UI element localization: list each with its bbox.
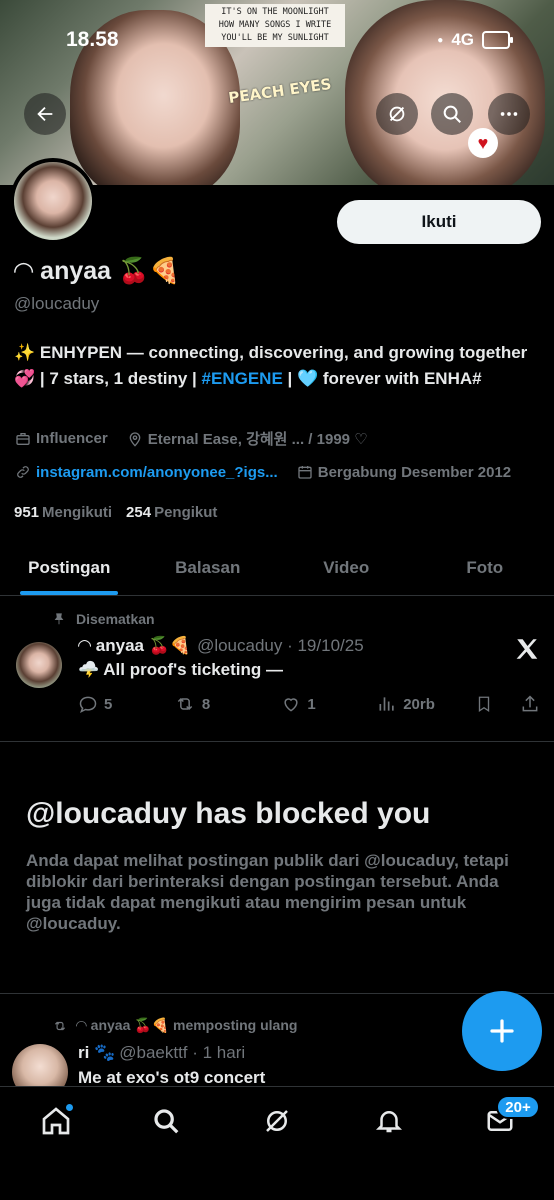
tab-posts[interactable]: Postingan — [0, 540, 139, 595]
post-author-name[interactable]: ◠ anyaa 🍒🍕 — [78, 636, 191, 655]
blocked-description: Anda dapat melihat postingan publik dari… — [26, 851, 509, 933]
calendar-icon — [296, 463, 314, 481]
nav-home[interactable] — [36, 1101, 76, 1141]
profile-meta-row-2: instagram.com/anonyonee_?igs... Bergabun… — [14, 463, 511, 481]
share-icon — [522, 695, 538, 712]
back-button[interactable] — [24, 93, 66, 135]
reply-button[interactable]: 5 — [78, 694, 174, 714]
profile-avatar[interactable] — [10, 158, 96, 244]
post-author-name[interactable]: ri 🐾 — [78, 1043, 115, 1062]
views-chart-icon — [379, 697, 394, 711]
followers-count: 254 — [126, 504, 152, 521]
banner-quote-line: HOW MANY SONGS I WRITE — [218, 20, 332, 30]
status-icons: ● 4G — [437, 30, 513, 50]
blocked-title: @loucaduy has blocked you — [26, 797, 431, 830]
home-notification-dot — [65, 1103, 74, 1112]
profile-tabs: Postingan Balasan Video Foto — [0, 540, 554, 596]
following-label: Mengikuti — [42, 504, 113, 521]
more-dots-icon — [500, 112, 518, 116]
bell-icon — [375, 1111, 403, 1133]
pinned-label: Disematkan — [76, 611, 155, 627]
banner-quote-line: IT'S ON THE MOONLIGHT — [221, 7, 329, 17]
bookmark-button[interactable] — [475, 694, 520, 714]
pin-icon — [54, 613, 64, 625]
views-count: 20rb — [403, 695, 435, 713]
post-text: 🌩️ All proof's ticketing — — [78, 660, 283, 679]
messages-badge: 20+ — [496, 1095, 540, 1119]
pinned-indicator: Disematkan — [52, 611, 155, 627]
like-count: 1 — [307, 695, 316, 713]
display-name: ◠ anyaa 🍒🍕 — [14, 257, 181, 285]
bottom-navigation — [0, 1086, 554, 1200]
post-handle-date: @loucaduy · 19/10/25 — [197, 636, 364, 655]
repost-indicator: ◠ anyaa 🍒🍕 memposting ulang — [52, 1017, 297, 1034]
follow-button[interactable]: Ikuti — [337, 200, 541, 244]
profile-website-link[interactable]: instagram.com/anonyonee_?igs... — [36, 464, 278, 481]
banner-quote-line: YOU'LL BE MY SUNLIGHT — [221, 33, 329, 43]
post-header: ◠ anyaa 🍒🍕 @loucaduy · 19/10/25 — [78, 636, 364, 656]
search-icon — [443, 105, 461, 123]
nav-search[interactable] — [146, 1101, 186, 1141]
profile-location: Eternal Ease, 강혜원 ... / 1999 ♡ — [147, 431, 368, 448]
post-header: ri 🐾 @baekttf · 1 hari — [78, 1043, 245, 1063]
network-label: 4G — [451, 30, 474, 49]
tab-photos[interactable]: Foto — [416, 540, 554, 595]
repost-icon — [177, 697, 193, 711]
following-count: 951 — [14, 504, 40, 521]
post-avatar[interactable] — [16, 642, 62, 688]
signal-dot-icon: ● — [437, 34, 444, 46]
briefcase-icon — [14, 430, 32, 448]
grok-icon — [266, 1110, 288, 1132]
location-pin-icon — [126, 430, 144, 448]
link-icon — [14, 463, 32, 481]
grok-button[interactable] — [376, 93, 418, 135]
profile-category: Influencer — [36, 430, 108, 447]
views-button[interactable]: 20rb — [377, 694, 475, 714]
bio-hashtag-link[interactable]: #ENGENE — [202, 369, 283, 388]
battery-icon — [482, 31, 513, 49]
post-text: Me at exo's ot9 concert — [78, 1068, 266, 1087]
heart-icon — [284, 698, 298, 712]
status-time: 18.58 — [66, 28, 119, 51]
post-handle-time: @baekttf · 1 hari — [119, 1043, 246, 1062]
bookmark-icon — [478, 696, 490, 713]
search-icon — [154, 1109, 179, 1134]
repost-button[interactable]: 8 — [174, 694, 282, 714]
post-actions: 5 8 1 20rb — [78, 694, 540, 714]
profile-handle: @loucaduy — [14, 294, 100, 313]
profile-meta-row: Influencer Eternal Ease, 강혜원 ... / 1999 … — [14, 428, 368, 449]
banner-photo-right — [345, 0, 545, 185]
nav-grok[interactable] — [257, 1101, 297, 1141]
grok-icon — [389, 106, 405, 122]
followers-link[interactable]: 254 Pengikut — [126, 504, 217, 521]
post-divider — [0, 741, 554, 742]
tab-replies[interactable]: Balasan — [139, 540, 278, 595]
repost-count: 8 — [201, 695, 211, 713]
compose-post-button[interactable] — [462, 991, 542, 1071]
followers-label: Pengikut — [154, 504, 218, 521]
plus-icon — [490, 1019, 514, 1043]
reply-count: 5 — [104, 695, 113, 713]
profile-joined-date: Bergabung Desember 2012 — [317, 463, 512, 481]
nav-notifications[interactable] — [369, 1101, 409, 1141]
following-link[interactable]: 951 Mengikuti — [14, 504, 112, 521]
profile-bio: ✨ ENHYPEN — connecting, discovering, and… — [14, 340, 544, 392]
share-button[interactable] — [520, 694, 540, 714]
bio-text-end: | 🩵 forever with ENHA# — [282, 369, 482, 388]
like-button[interactable]: 1 — [281, 694, 377, 714]
repost-label: ◠ anyaa 🍒🍕 memposting ulang — [76, 1017, 298, 1033]
banner-sticker: PEACH EYES — [227, 74, 333, 108]
follow-stats: 951 Mengikuti 254 Pengikut — [14, 504, 217, 521]
arrow-left-icon — [37, 106, 53, 122]
more-options-button[interactable] — [488, 93, 530, 135]
search-button[interactable] — [431, 93, 473, 135]
x-logo-icon — [516, 639, 538, 659]
blocked-divider — [0, 993, 554, 994]
heart-sticker-icon: ♥ — [468, 128, 498, 158]
repost-small-icon — [54, 1021, 66, 1030]
tab-video[interactable]: Video — [277, 540, 416, 595]
banner-quote: IT'S ON THE MOONLIGHT HOW MANY SONGS I W… — [205, 4, 345, 47]
reply-icon — [79, 696, 97, 713]
